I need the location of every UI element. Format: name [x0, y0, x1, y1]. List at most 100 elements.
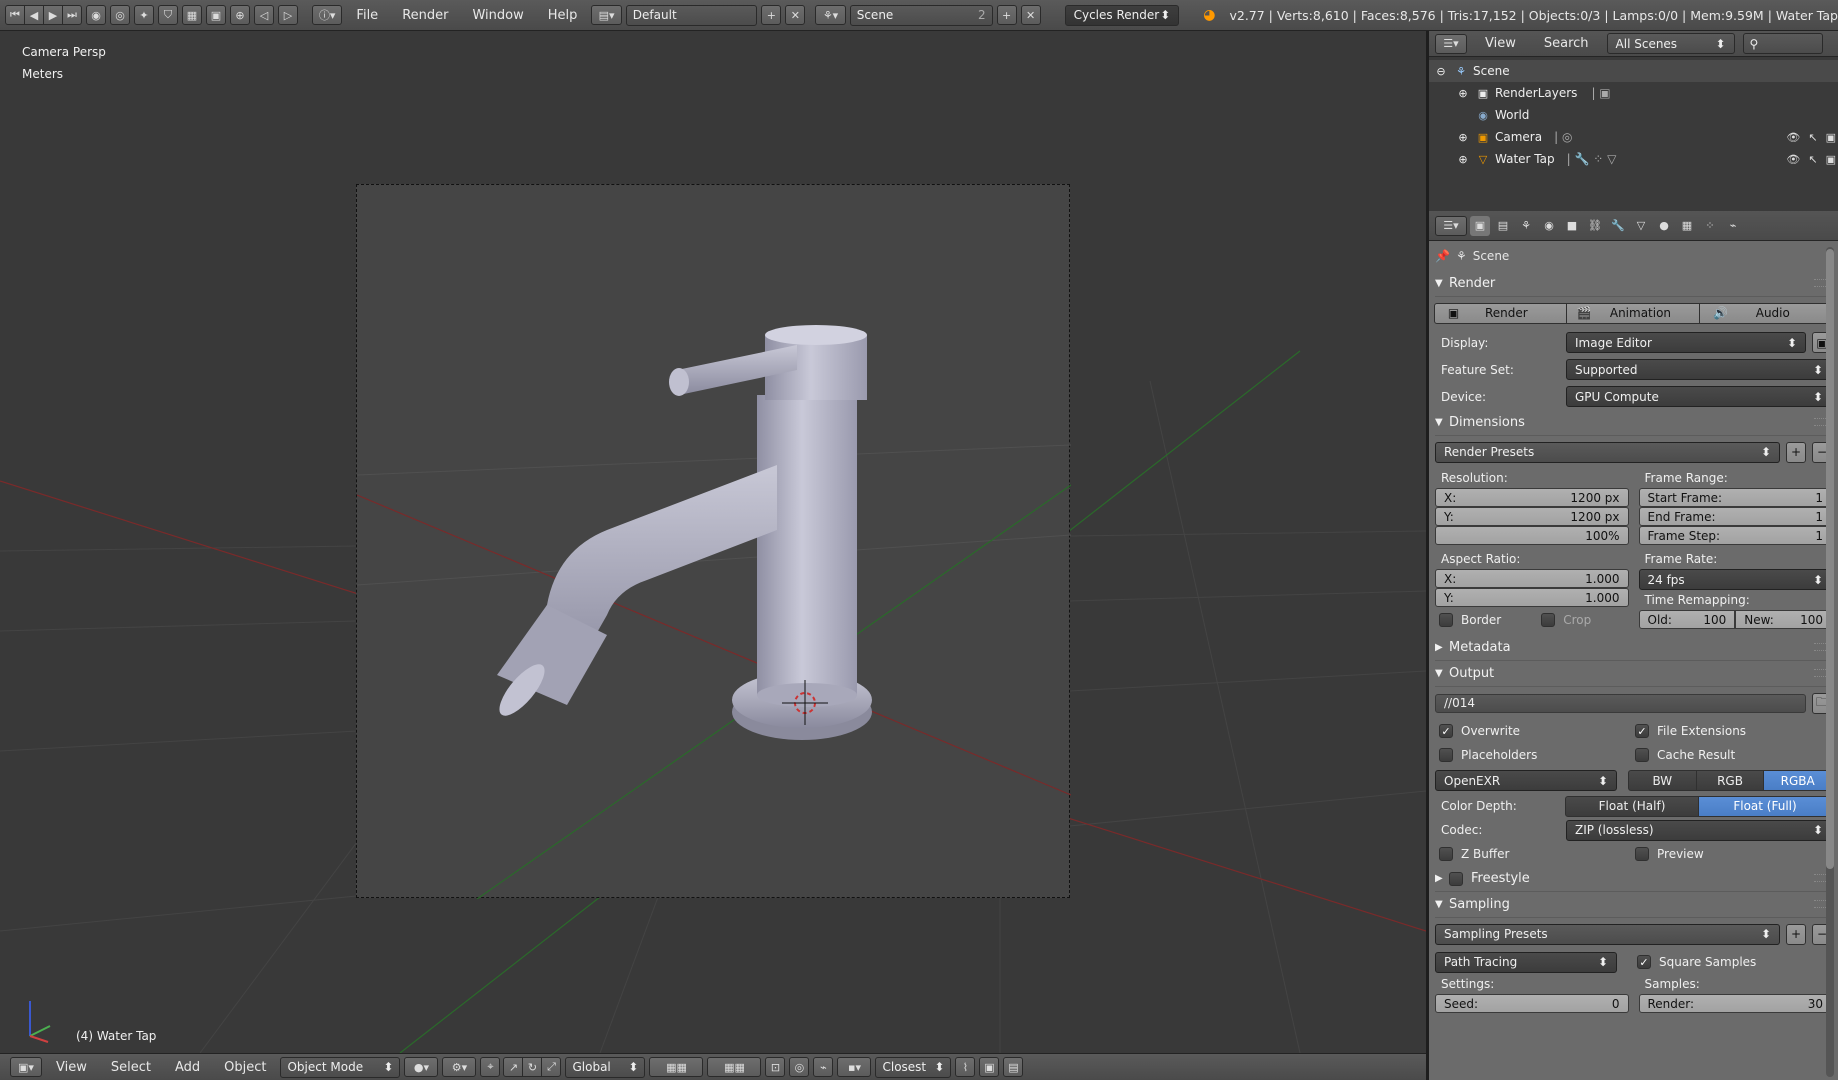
animation-button[interactable]: 🎬 Animation	[1566, 302, 1700, 324]
snap-align-icon[interactable]: ⌇	[955, 1057, 976, 1077]
layout-field[interactable]: Default	[625, 4, 758, 26]
play-reverse-icon[interactable]: ◀	[24, 5, 44, 25]
snap-target-dropdown[interactable]: Closest ⬍	[875, 1056, 952, 1078]
tab-data-icon[interactable]: ▽	[1631, 216, 1651, 236]
resolution-percent-slider[interactable]: 100%	[1435, 526, 1629, 545]
panel-dimensions-header[interactable]: ▼ Dimensions	[1435, 410, 1832, 436]
scene-select-icon[interactable]: ⚘▾	[815, 5, 846, 25]
tab-particles-icon[interactable]: ⁘	[1700, 216, 1720, 236]
checker-icon[interactable]: ▦	[182, 5, 202, 25]
proportional-icon[interactable]: ◎	[789, 1057, 810, 1077]
drag-grip-icon[interactable]	[1814, 874, 1826, 882]
render-engine-dropdown[interactable]: Cycles Render ⬍	[1064, 4, 1180, 26]
menu-render[interactable]: Render	[392, 8, 458, 23]
frame-rate-dropdown[interactable]: 24 fps ⬍	[1638, 569, 1832, 590]
sampling-presets-dropdown[interactable]: Sampling Presets ⬍	[1435, 923, 1780, 945]
remove-scene-icon[interactable]: ✕	[1020, 5, 1041, 25]
drag-grip-icon[interactable]	[1814, 418, 1826, 426]
outliner-menu-view[interactable]: View	[1475, 36, 1526, 51]
menu-add[interactable]: Add	[165, 1060, 210, 1075]
zbuffer-checkbox[interactable]: Z Buffer	[1439, 847, 1635, 861]
menu-select[interactable]: Select	[101, 1060, 161, 1075]
info-editor-icon[interactable]: ⓘ▾	[312, 5, 343, 25]
frame-step-field[interactable]: Frame Step: 1	[1638, 526, 1832, 545]
end-frame-field[interactable]: End Frame: 1	[1638, 507, 1832, 526]
camera-icon[interactable]: ▣	[206, 5, 226, 25]
prev-icon[interactable]: ◁	[254, 5, 274, 25]
aspect-x-field[interactable]: X: 1.000	[1435, 569, 1629, 588]
square-samples-checkbox[interactable]: ✓ Square Samples	[1637, 955, 1756, 969]
snap-element-icon[interactable]: ▪▾	[837, 1057, 872, 1077]
tab-scene-icon[interactable]: ⚘	[1516, 216, 1536, 236]
tab-render-icon[interactable]: ▣	[1470, 215, 1490, 236]
expand-icon[interactable]: ⊕	[1455, 86, 1471, 100]
jump-start-icon[interactable]: ⏮	[5, 5, 25, 25]
render-presets-dropdown[interactable]: Render Presets ⬍	[1435, 441, 1780, 463]
drag-grip-icon[interactable]	[1814, 643, 1826, 651]
render-samples-field[interactable]: Render: 30	[1638, 994, 1832, 1013]
rotate-icon[interactable]: ↻	[522, 1057, 543, 1077]
codec-dropdown[interactable]: ZIP (lossless) ⬍	[1566, 819, 1832, 841]
render-camera-icon[interactable]: ▣	[1826, 153, 1836, 166]
file-format-dropdown[interactable]: OpenEXR ⬍	[1435, 770, 1617, 791]
visibility-eye-icon[interactable]: 👁	[1786, 153, 1800, 166]
overwrite-checkbox[interactable]: ✓ Overwrite	[1439, 724, 1635, 738]
resolution-x-field[interactable]: X: 1200 px	[1435, 488, 1629, 507]
lamp-icon[interactable]: ✦	[134, 5, 154, 25]
shield-icon[interactable]: ⛉	[158, 5, 178, 25]
select-arrow-icon[interactable]: ↖	[1808, 153, 1817, 166]
expand-icon[interactable]: ⊕	[1455, 130, 1471, 144]
freestyle-checkbox[interactable]	[1449, 871, 1463, 886]
scene-field[interactable]: Scene 2	[849, 4, 993, 26]
panel-output-header[interactable]: ▼ Output	[1435, 661, 1832, 687]
drag-grip-icon[interactable]	[1814, 669, 1826, 677]
seed-field[interactable]: Seed: 0	[1435, 994, 1629, 1013]
remove-layout-icon[interactable]: ✕	[785, 5, 806, 25]
panel-freestyle-header[interactable]: ▶ Freestyle	[1435, 866, 1832, 892]
tab-physics-icon[interactable]: ⌁	[1723, 216, 1743, 236]
crop-checkbox[interactable]: Crop	[1541, 613, 1591, 627]
3d-viewport[interactable]: Camera Persp Meters (4) Water Tap	[0, 31, 1426, 1053]
manipulator-icon[interactable]: ⌖	[480, 1057, 501, 1077]
menu-window[interactable]: Window	[462, 8, 533, 23]
expand-icon[interactable]: ⊕	[1455, 152, 1471, 166]
outliner-item-world[interactable]: ◉ World	[1429, 104, 1838, 126]
add-layout-icon[interactable]: +	[761, 5, 782, 25]
shading-icon[interactable]: ●▾	[404, 1057, 439, 1077]
outliner-menu-search[interactable]: Search	[1534, 36, 1599, 51]
scene-icon[interactable]: ◎	[110, 5, 130, 25]
audio-button[interactable]: 🔊 Audio	[1698, 302, 1832, 324]
menu-object[interactable]: Object	[214, 1060, 276, 1075]
resolution-y-field[interactable]: Y: 1200 px	[1435, 507, 1629, 526]
render-button[interactable]: ▣ Render	[1434, 302, 1568, 324]
tab-world-icon[interactable]: ◉	[1539, 216, 1559, 236]
properties-editor-icon[interactable]: ☰▾	[1435, 215, 1467, 236]
tab-object-icon[interactable]: ■	[1562, 216, 1582, 236]
add-icon[interactable]: ⊕	[230, 5, 250, 25]
pin-icon[interactable]: 📌	[1435, 249, 1450, 263]
tab-texture-icon[interactable]: ▦	[1677, 216, 1697, 236]
render-icon[interactable]: ◉	[86, 5, 106, 25]
border-checkbox[interactable]: Border	[1439, 613, 1501, 627]
remap-new-field[interactable]: New: 100	[1735, 610, 1832, 629]
color-rgb-button[interactable]: RGB	[1695, 770, 1765, 791]
feature-set-dropdown[interactable]: Supported ⬍	[1566, 359, 1832, 380]
display-dropdown[interactable]: Image Editor ⬍	[1566, 332, 1806, 353]
color-rgba-button[interactable]: RGBA	[1763, 770, 1833, 791]
color-bw-button[interactable]: BW	[1628, 770, 1697, 791]
water-tap-model[interactable]	[356, 185, 1072, 900]
outliner-item-scene[interactable]: ⊖ ⚘ Scene	[1429, 60, 1838, 82]
outliner-item-water-tap[interactable]: ⊕ ▽ Water Tap | 🔧 ⁘ ▽ 👁 ↖ ▣	[1429, 148, 1838, 170]
select-arrow-icon[interactable]: ↖	[1808, 131, 1817, 144]
orientation-dropdown[interactable]: Global ⬍	[565, 1056, 646, 1078]
preview-checkbox[interactable]: Preview	[1635, 847, 1704, 861]
mode-dropdown[interactable]: Object Mode ⬍	[280, 1056, 401, 1078]
outliner-search-input[interactable]: ⚲	[1742, 33, 1823, 54]
add-preset-icon[interactable]: +	[1786, 923, 1806, 945]
menu-view[interactable]: View	[46, 1060, 97, 1075]
play-icon[interactable]: ▶	[43, 5, 63, 25]
remap-old-field[interactable]: Old: 100	[1638, 610, 1736, 629]
render-opengl-icon[interactable]: ▣	[979, 1057, 1000, 1077]
panel-metadata-header[interactable]: ▶ Metadata	[1435, 635, 1832, 661]
tab-modifiers-icon[interactable]: 🔧	[1608, 216, 1628, 236]
